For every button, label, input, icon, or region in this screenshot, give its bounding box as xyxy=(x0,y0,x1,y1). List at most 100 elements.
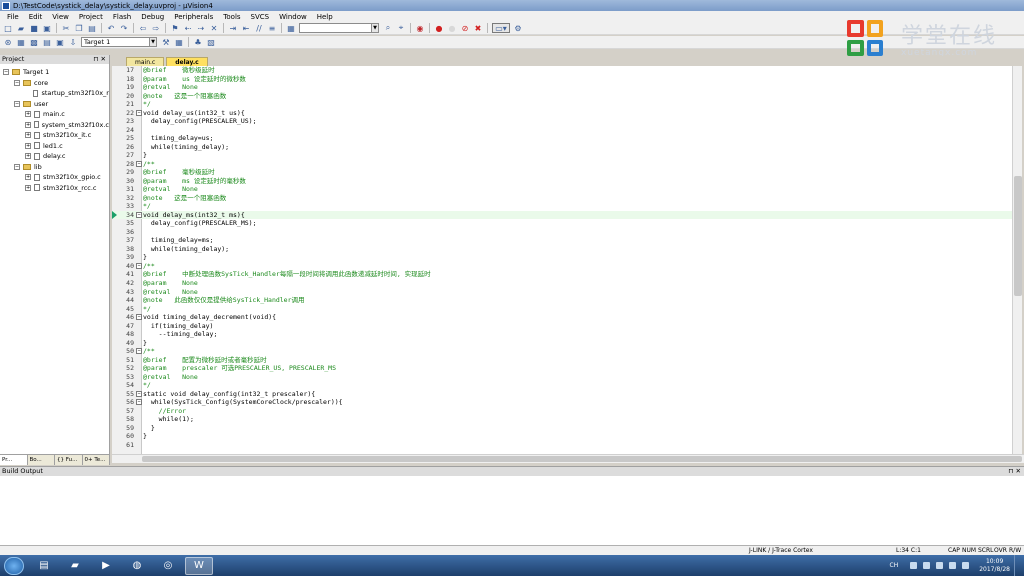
code-line[interactable]: 35 delay_config(PRESCALER_MS); xyxy=(112,219,1012,228)
scrollbar-thumb[interactable] xyxy=(142,456,1022,462)
fold-toggle-icon[interactable]: − xyxy=(136,160,142,167)
code-line[interactable]: 49} xyxy=(112,339,1012,348)
code-line[interactable]: 44 @note 此函数仅仅是提供给SysTick_Handler调用 xyxy=(112,296,1012,305)
kill-breakpoints-icon[interactable]: ✖ xyxy=(473,23,483,33)
debug-session-icon[interactable]: ◉ xyxy=(415,23,425,33)
target-select[interactable]: Target 1 ▼ xyxy=(81,37,157,47)
next-bookmark-icon[interactable]: ⇢ xyxy=(196,23,206,33)
code-line[interactable]: 60} xyxy=(112,432,1012,441)
find-combobox[interactable]: ▼ xyxy=(299,23,379,33)
undo-icon[interactable]: ↶ xyxy=(106,23,116,33)
taskbar-folder-icon[interactable]: ▰ xyxy=(61,557,89,575)
code-line[interactable]: 53 @retval None xyxy=(112,373,1012,382)
file-extensions-icon[interactable]: ▦ xyxy=(174,37,184,47)
disable-breakpoints-icon[interactable]: ⊘ xyxy=(460,23,470,33)
code-line[interactable]: 33 */ xyxy=(112,202,1012,211)
code-line[interactable]: 17 @brief 微秒级延时 xyxy=(112,66,1012,75)
code-line[interactable]: 58 while(1); xyxy=(112,415,1012,424)
menu-peripherals[interactable]: Peripherals xyxy=(169,13,218,21)
project-panel-tab[interactable]: {} Fu... xyxy=(55,455,83,465)
indent-icon[interactable]: ⇥ xyxy=(228,23,238,33)
code-line[interactable]: 43 @retval None xyxy=(112,288,1012,297)
prev-bookmark-icon[interactable]: ⇠ xyxy=(183,23,193,33)
code-line[interactable]: 46− void timing_delay_decrement(void){ xyxy=(112,313,1012,322)
code-line[interactable]: 57 //Error xyxy=(112,407,1012,416)
code-line[interactable]: 23 delay_config(PRESCALER_US); xyxy=(112,117,1012,126)
tree-node[interactable]: + main.c xyxy=(0,109,109,120)
insert-breakpoint-icon[interactable]: ● xyxy=(434,23,444,33)
rebuild-icon[interactable]: ▩ xyxy=(29,37,39,47)
menu-project[interactable]: Project xyxy=(74,13,108,21)
fold-toggle-icon[interactable]: − xyxy=(136,262,142,269)
code-line[interactable]: 21 */ xyxy=(112,100,1012,109)
find-icon[interactable]: ⌕ xyxy=(383,23,393,33)
code-line[interactable]: 19 @retval None xyxy=(112,83,1012,92)
open-file-icon[interactable]: ▰ xyxy=(16,23,26,33)
menu-file[interactable]: File xyxy=(2,13,24,21)
navigate-back-icon[interactable]: ⇦ xyxy=(138,23,148,33)
code-line[interactable]: 26 while(timing_delay); xyxy=(112,143,1012,152)
fold-toggle-icon[interactable]: − xyxy=(136,109,142,116)
code-line[interactable]: 50−/** xyxy=(112,347,1012,356)
code-line[interactable]: 55− static void delay_config(int32_t pres… xyxy=(112,390,1012,399)
redo-icon[interactable]: ↷ xyxy=(119,23,129,33)
tree-expand-icon[interactable]: + xyxy=(25,111,31,118)
code-line[interactable]: 34− void delay_ms(int32_t ms){ xyxy=(112,210,1012,220)
enable-breakpoint-icon[interactable]: ● xyxy=(447,23,457,33)
code-line[interactable]: 45 */ xyxy=(112,305,1012,314)
comment-icon[interactable]: // xyxy=(254,23,264,33)
code-line[interactable]: 31 @retval None xyxy=(112,185,1012,194)
clock[interactable]: 10:09 2017/8/28 xyxy=(979,558,1010,574)
menu-svcs[interactable]: SVCS xyxy=(246,13,275,21)
taskbar-app-icon[interactable]: ◍ xyxy=(123,557,151,575)
code-line[interactable]: 24 xyxy=(112,126,1012,135)
code-line[interactable]: 61 xyxy=(112,441,1012,450)
download-icon[interactable]: ⇩ xyxy=(68,37,78,47)
menu-help[interactable]: Help xyxy=(312,13,338,21)
code-line[interactable]: 51 @brief 配置为微秒延时或者毫秒延时 xyxy=(112,356,1012,365)
tree-expand-icon[interactable]: + xyxy=(25,121,31,128)
code-line[interactable]: 30 @param ms 设定延时的毫秒数 xyxy=(112,177,1012,186)
manage-components-icon[interactable]: ♣ xyxy=(193,37,203,47)
code-line[interactable]: 41 @brief 中断处理函数SysTick_Handler每隔一段时间将调用此… xyxy=(112,270,1012,279)
code-editor[interactable]: 17 @brief 微秒级延时 18 @param us 设定延时的微秒数 19 @ret… xyxy=(112,66,1012,454)
tree-node[interactable]: − user xyxy=(0,99,109,110)
code-line[interactable]: 18 @param us 设定延时的微秒数 xyxy=(112,75,1012,84)
menu-tools[interactable]: Tools xyxy=(218,13,245,21)
code-line[interactable]: 56− while(SysTick_Config(SystemCoreClock… xyxy=(112,398,1012,407)
editor-tab[interactable]: delay.c xyxy=(166,57,208,66)
code-line[interactable]: 22− void delay_us(int32_t us){ xyxy=(112,109,1012,118)
tree-node[interactable]: + led1.c xyxy=(0,141,109,152)
menu-edit[interactable]: Edit xyxy=(24,13,48,21)
new-file-icon[interactable]: □ xyxy=(3,23,13,33)
chevron-down-icon[interactable]: ▼ xyxy=(149,38,156,46)
code-line[interactable]: 47 if(timing_delay) xyxy=(112,322,1012,331)
target-options-icon[interactable]: ⚒ xyxy=(161,37,171,47)
cut-icon[interactable]: ✂ xyxy=(61,23,71,33)
tree-expand-icon[interactable]: − xyxy=(14,163,20,170)
tree-expand-icon[interactable]: + xyxy=(25,184,31,191)
navigate-forward-icon[interactable]: ⇨ xyxy=(151,23,161,33)
batch-build-icon[interactable]: ▤ xyxy=(42,37,52,47)
find-in-files-icon[interactable]: ▦ xyxy=(286,23,296,33)
code-line[interactable]: 42 @param None xyxy=(112,279,1012,288)
editor-horizontal-scrollbar[interactable] xyxy=(112,454,1024,463)
tray-help-icon[interactable] xyxy=(910,562,918,569)
clear-bookmarks-icon[interactable]: ✕ xyxy=(209,23,219,33)
code-line[interactable]: 29 @brief 毫秒级延时 xyxy=(112,168,1012,177)
uncomment-icon[interactable]: ≡ xyxy=(267,23,277,33)
tree-expand-icon[interactable]: + xyxy=(25,142,31,149)
code-line[interactable]: 39} xyxy=(112,253,1012,262)
fold-toggle-icon[interactable]: − xyxy=(136,399,142,406)
save-all-icon[interactable]: ▣ xyxy=(42,23,52,33)
tray-security-icon[interactable] xyxy=(923,562,931,569)
configure-icon[interactable]: ⚙ xyxy=(513,23,523,33)
copy-icon[interactable]: ❐ xyxy=(74,23,84,33)
tray-volume-icon[interactable] xyxy=(962,562,970,569)
menu-window[interactable]: Window xyxy=(274,13,312,21)
stop-build-icon[interactable]: ▣ xyxy=(55,37,65,47)
tree-expand-icon[interactable]: − xyxy=(14,79,20,86)
tree-node[interactable]: + system_stm32f10x.c xyxy=(0,120,109,131)
editor-tab[interactable]: main.c xyxy=(126,57,165,66)
menu-debug[interactable]: Debug xyxy=(136,13,169,21)
